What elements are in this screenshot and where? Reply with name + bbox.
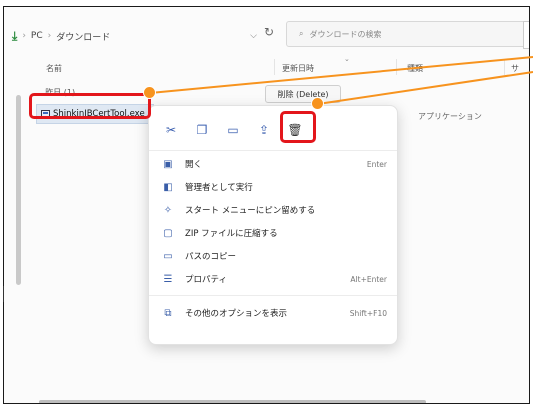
copy-icon[interactable]: ❐	[190, 118, 214, 142]
delete-tooltip: 削除 (Delete)	[265, 85, 341, 103]
vertical-scrollbar[interactable]	[16, 95, 21, 285]
chevron-right-icon: ›	[22, 31, 26, 41]
search-icon: ⌕	[299, 29, 304, 38]
search-placeholder: ダウンロードの検索	[309, 29, 382, 39]
context-menu: ✂ ❐ ▭ ⇪ 🗑 ▣ 開く Enter ◧ 管理者として実行 ✧ スタート メ…	[148, 105, 398, 345]
menu-item-label: スタート メニューにピン留めする	[185, 206, 316, 216]
column-name[interactable]: 名前	[46, 63, 62, 74]
menu-item-label: パスのコピー	[185, 252, 237, 262]
properties-icon: ☰	[163, 273, 173, 285]
menu-item-label: 開く	[185, 160, 203, 170]
breadcrumb-pc[interactable]: PC	[31, 31, 43, 41]
menu-item-more-options[interactable]: ⧉ その他のオプションを表示 Shift+F10	[149, 303, 397, 323]
cut-icon[interactable]: ✂	[159, 118, 183, 142]
admin-shield-icon: ◧	[163, 181, 173, 193]
zip-icon: ▢	[163, 227, 173, 239]
menu-item-run-as-admin[interactable]: ◧ 管理者として実行	[149, 177, 397, 197]
menu-item-compress-zip[interactable]: ▢ ZIP ファイルに圧縮する	[149, 223, 397, 243]
menu-shortcut: Enter	[366, 159, 387, 169]
breadcrumb-downloads[interactable]: ダウンロード	[56, 30, 110, 43]
menu-item-open[interactable]: ▣ 開く Enter	[149, 154, 397, 174]
menu-item-label: プロパティ	[185, 275, 227, 285]
chevron-down-icon[interactable]: ⌵	[250, 31, 257, 41]
window-edge	[523, 21, 529, 49]
menu-item-label: ZIP ファイルに圧縮する	[185, 229, 278, 239]
menu-divider	[149, 295, 397, 296]
pin-icon: ✧	[163, 204, 173, 216]
rename-icon[interactable]: ▭	[221, 118, 245, 142]
path-icon: ▭	[163, 250, 173, 262]
menu-item-copy-path[interactable]: ▭ パスのコピー	[149, 246, 397, 266]
more-options-icon: ⧉	[164, 307, 172, 319]
delete-highlight-box	[280, 111, 316, 143]
callout-dot	[143, 86, 156, 99]
file-highlight-box	[29, 93, 151, 119]
menu-divider	[149, 150, 397, 151]
column-divider	[274, 59, 275, 75]
callout-dot	[311, 97, 324, 110]
open-icon: ▣	[163, 158, 173, 170]
column-type[interactable]: 種類	[407, 63, 423, 74]
edge-marker	[3, 286, 4, 302]
file-type: アプリケーション	[418, 112, 482, 121]
menu-item-label: 管理者として実行	[185, 183, 253, 193]
menu-shortcut: Alt+Enter	[350, 274, 387, 284]
menu-item-properties[interactable]: ☰ プロパティ Alt+Enter	[149, 269, 397, 289]
sort-caret-icon: ⌄	[344, 55, 350, 63]
menu-item-pin-start[interactable]: ✧ スタート メニューにピン留めする	[149, 200, 397, 220]
download-arrow-icon: ⤓	[12, 28, 18, 43]
chevron-right-icon: ›	[47, 31, 52, 41]
refresh-icon[interactable]: ↻	[264, 25, 274, 39]
menu-item-label: その他のオプションを表示	[185, 309, 288, 319]
horizontal-scrollbar[interactable]	[39, 400, 426, 403]
column-divider	[396, 59, 397, 75]
column-divider	[504, 59, 505, 75]
search-box[interactable]: ⌕ ダウンロードの検索	[286, 21, 526, 47]
share-icon[interactable]: ⇪	[252, 118, 276, 142]
column-size[interactable]: サ	[511, 63, 519, 74]
address-bar[interactable]: ⤓ › PC › ダウンロード ⌵	[12, 21, 257, 51]
menu-shortcut: Shift+F10	[349, 308, 387, 318]
column-modified[interactable]: 更新日時	[282, 63, 314, 74]
